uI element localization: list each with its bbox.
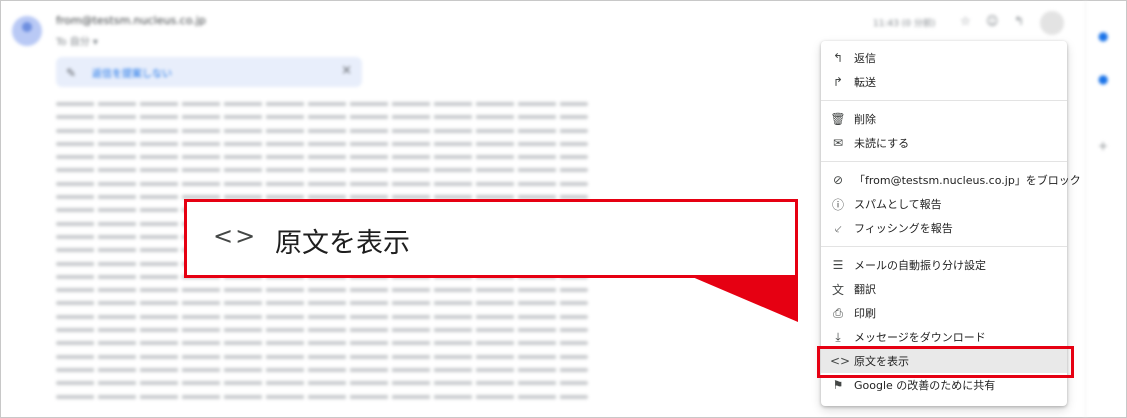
zoom-callout: <> 原文を表示 [184,199,798,278]
code-icon: <> [213,222,258,250]
callout-label: 原文を表示 [275,228,410,259]
